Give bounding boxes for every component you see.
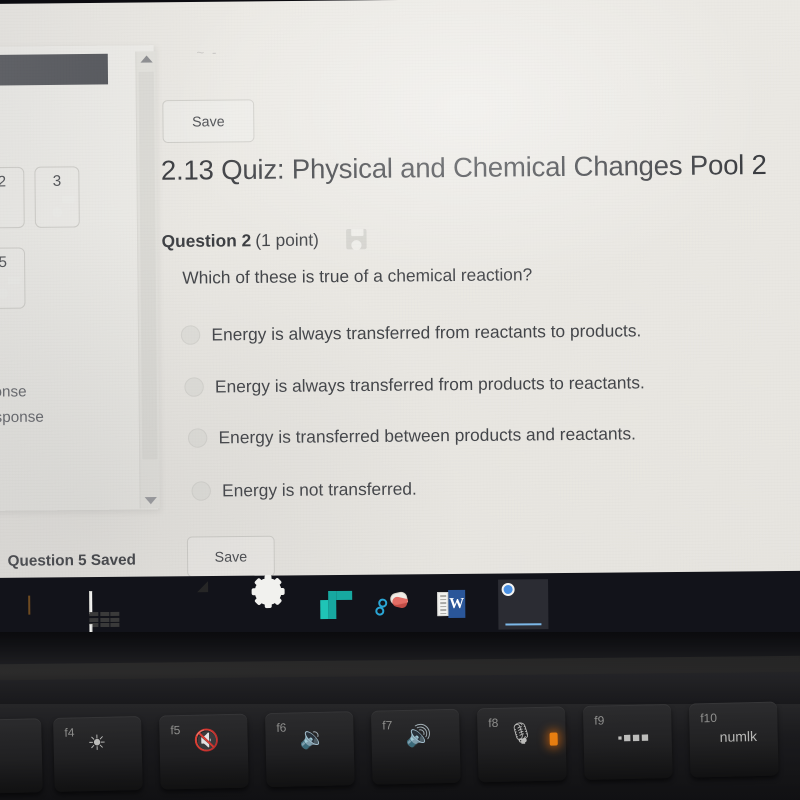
taskbar-item-onenote[interactable] [318, 581, 368, 631]
key-fnum-label: f8 [488, 715, 499, 731]
package-box-icon [28, 593, 58, 623]
radio-button-3[interactable] [191, 481, 211, 501]
volume-mute-icon: 🔇 [193, 729, 221, 753]
quiz-title: 2.13 Quiz: Physical and Chemical Changes… [160, 149, 767, 186]
radio-button-0[interactable] [180, 325, 201, 345]
key-fnum-label: f7 [382, 718, 393, 733]
volume-down-icon: 🔉 [299, 726, 327, 751]
key-f10-numlk[interactable]: f10 numlk [688, 701, 779, 778]
question-button-3[interactable]: 3 [34, 166, 80, 228]
save-button-top[interactable]: Save [162, 99, 255, 144]
taskbar-item-paint3d[interactable] [138, 582, 188, 632]
laptop-screen: ~ - Save 2.13 Quiz: Physical and Chemica… [0, 0, 800, 601]
answer-choice-label: Energy is always transferred from produc… [214, 373, 645, 397]
panel-scrollbar[interactable] [135, 51, 161, 509]
key-f7-volume-up[interactable]: f7 🔊 [370, 708, 461, 785]
word-icon: W [437, 589, 478, 620]
legend-item-unsaved-response: Unsaved Response [0, 408, 44, 427]
key-f5-mute[interactable]: f5 🔇 [159, 713, 249, 790]
taskbar-item-settings[interactable] [251, 575, 308, 631]
taskbar-item-sticky-notes[interactable] [198, 582, 248, 632]
key-f4-brightness-up[interactable]: f4 ☀ [53, 715, 143, 792]
question-button-number: 2 [0, 173, 7, 191]
taskbar-item-package-box[interactable] [18, 583, 68, 633]
questions-side-panel: Questions stions saved 2 3 5 [0, 45, 159, 512]
answer-choice-label: Energy is not transferred. [222, 479, 417, 501]
legend-item-saved-response: Saved Response [0, 383, 27, 402]
question-button-2[interactable]: 2 [0, 166, 25, 229]
laptop-body: ☀ f4 ☀ f5 🔇 f6 🔉 f7 🔊 f8 🎙 [0, 632, 800, 800]
onenote-icon [320, 590, 358, 621]
paint3d-icon [148, 592, 178, 622]
taskbar-item-word[interactable]: W [437, 580, 488, 630]
taskbar-item-chrome[interactable] [498, 579, 549, 630]
floppy-unsaved-icon[interactable] [345, 228, 367, 250]
taskbar-item-snipping-tool[interactable] [375, 580, 428, 630]
answer-choice-label: Energy is transferred between products a… [218, 424, 636, 448]
ghost-text-top: ~ - [196, 44, 219, 61]
question-points: (1 point) [255, 230, 319, 251]
answer-choice-label: Energy is always transferred from reacta… [211, 321, 642, 345]
key-fnum-label: f9 [594, 713, 605, 728]
gear-icon [251, 575, 298, 621]
save-button-bottom[interactable]: Save [186, 535, 275, 578]
status-badge: Question 5 Saved [7, 551, 137, 570]
question-button-number: 3 [52, 172, 62, 191]
brightness-icon: ☀ [87, 731, 107, 756]
answer-choice-list: Energy is always transferred from reacta… [180, 307, 793, 501]
microphone-mute-icon: 🎙 [507, 722, 535, 746]
question-header: Question 2 (1 point) [161, 228, 367, 253]
scrollbar-thumb[interactable] [138, 71, 158, 460]
keyboard-backlight-icon: ▪■■■ [617, 729, 650, 746]
scroll-down-arrow[interactable] [144, 497, 157, 505]
taskbar-item-calculator[interactable] [78, 583, 128, 648]
keyboard-function-row: ☀ f4 ☀ f5 🔇 f6 🔉 f7 🔊 f8 🎙 [0, 700, 800, 800]
chrome-icon [508, 589, 538, 619]
key-fnum-label: f6 [276, 720, 287, 735]
questions-panel-header: Questions [0, 53, 109, 87]
volume-up-icon: 🔊 [405, 724, 432, 748]
key-f9-keyboard-backlight[interactable]: f9 ▪■■■ [582, 703, 673, 780]
active-app-underline [505, 623, 542, 626]
quiz-content-area: ~ - Save 2.13 Quiz: Physical and Chemica… [155, 0, 800, 599]
key-fnum-label: f4 [64, 725, 75, 740]
snipping-tool-icon [375, 590, 418, 620]
question-button-number: 5 [0, 253, 7, 272]
key-f8-mic-mute[interactable]: f8 🎙 [476, 706, 567, 783]
sticky-notes-icon [208, 592, 238, 622]
calculator-icon [88, 591, 120, 648]
key-f6-volume-down[interactable]: f6 🔉 [265, 711, 355, 788]
scroll-up-arrow[interactable] [139, 55, 153, 63]
question-label: Question 2 [161, 230, 252, 252]
screenshot-root: ~ - Save 2.13 Quiz: Physical and Chemica… [0, 0, 800, 800]
key-fnum-label: f10 [700, 710, 718, 726]
numlk-label: numlk [719, 727, 758, 745]
radio-button-2[interactable] [187, 428, 208, 448]
question-number-grid: 2 3 5 [0, 166, 145, 310]
radio-button-1[interactable] [184, 377, 204, 397]
key-fnum-label: f5 [170, 723, 181, 738]
mic-mute-led-indicator [549, 732, 558, 746]
key-brightness-down[interactable]: ☀ [0, 718, 43, 795]
windows-taskbar: W [0, 570, 800, 648]
question-button-5[interactable]: 5 [0, 247, 26, 310]
question-prompt: Which of these is true of a chemical rea… [182, 264, 533, 288]
